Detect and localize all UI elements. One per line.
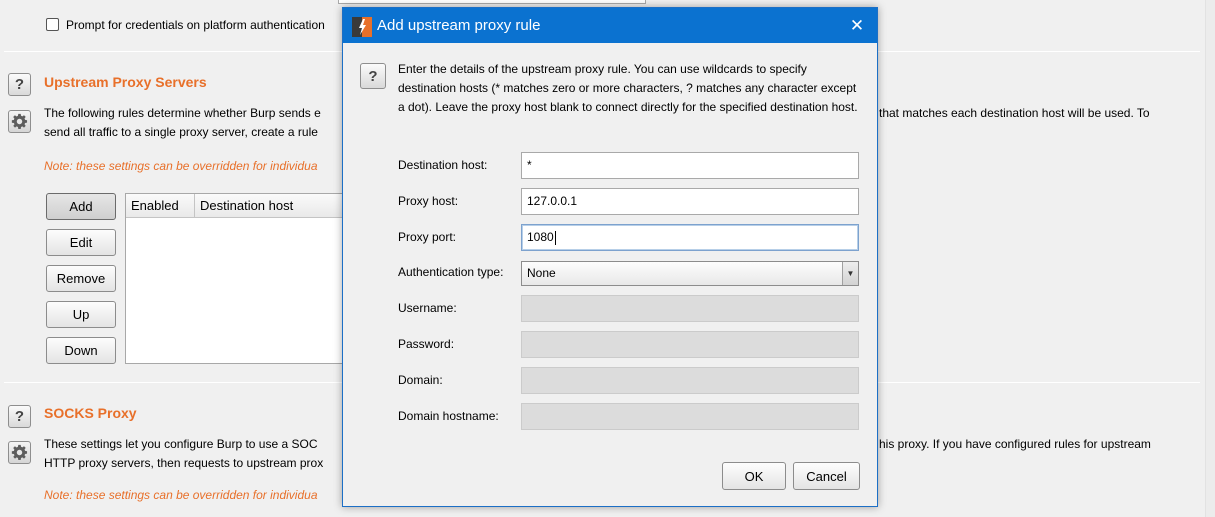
socks-description-right: his proxy. If you have configured rules … (879, 437, 1151, 451)
username-label: Username: (398, 301, 457, 315)
socks-description-line2: HTTP proxy servers, then requests to ups… (44, 456, 324, 470)
socks-description-left: These settings let you configure Burp to… (44, 437, 318, 451)
help-icon[interactable]: ? (8, 405, 31, 428)
ok-button[interactable]: OK (722, 462, 786, 490)
dialog-title: Add upstream proxy rule (377, 17, 541, 34)
upstream-rules-table[interactable]: Enabled Destination host (125, 193, 347, 364)
edit-button[interactable]: Edit (46, 229, 116, 256)
close-icon[interactable]: ✕ (847, 16, 867, 36)
table-header: Enabled Destination host (126, 194, 346, 218)
proxy-port-label: Proxy port: (398, 230, 457, 244)
remove-button[interactable]: Remove (46, 265, 116, 292)
domain-hostname-label: Domain hostname: (398, 409, 499, 423)
up-button[interactable]: Up (46, 301, 116, 328)
username-field[interactable] (521, 295, 859, 322)
upstream-description-line2: send all traffic to a single proxy serve… (44, 125, 318, 139)
gear-icon[interactable] (8, 110, 31, 133)
password-field[interactable] (521, 331, 859, 358)
dialog-intro-text: Enter the details of the upstream proxy … (398, 62, 858, 114)
domain-field[interactable] (521, 367, 859, 394)
upstream-description-left: The following rules determine whether Bu… (44, 106, 321, 120)
cancel-button[interactable]: Cancel (793, 462, 860, 490)
authentication-type-label: Authentication type: (398, 265, 504, 279)
chevron-down-icon[interactable]: ▼ (842, 262, 858, 285)
socks-section-title: SOCKS Proxy (44, 405, 137, 421)
top-text-field[interactable] (338, 0, 646, 4)
gear-icon[interactable] (8, 441, 31, 464)
socks-note: Note: these settings can be overridden f… (44, 488, 318, 502)
burp-logo-icon (352, 17, 372, 37)
domain-label: Domain: (398, 373, 443, 387)
authentication-type-value: None (527, 266, 556, 280)
down-button[interactable]: Down (46, 337, 116, 364)
column-enabled[interactable]: Enabled (126, 194, 195, 218)
help-icon[interactable]: ? (8, 73, 31, 96)
add-button[interactable]: Add (46, 193, 116, 220)
proxy-host-label: Proxy host: (398, 194, 459, 208)
column-destination-host[interactable]: Destination host (195, 194, 348, 218)
proxy-port-value: 1080 (527, 230, 554, 244)
proxy-host-field[interactable]: 127.0.0.1 (521, 188, 859, 215)
text-caret (554, 230, 556, 245)
upstream-note: Note: these settings can be overridden f… (44, 159, 318, 173)
authentication-type-select[interactable]: None ▼ (521, 261, 859, 286)
prompt-credentials-label: Prompt for credentials on platform authe… (66, 18, 325, 32)
prompt-credentials-checkbox[interactable] (46, 18, 59, 31)
dialog-titlebar[interactable]: Add upstream proxy rule ✕ (343, 8, 877, 43)
destination-host-field[interactable]: * (521, 152, 859, 179)
password-label: Password: (398, 337, 455, 351)
destination-host-label: Destination host: (398, 158, 488, 172)
upstream-section-title: Upstream Proxy Servers (44, 74, 207, 90)
help-icon[interactable]: ? (360, 63, 386, 89)
proxy-port-field[interactable]: 1080 (521, 224, 859, 251)
add-upstream-proxy-rule-dialog: Add upstream proxy rule ✕ ? Enter the de… (342, 7, 878, 507)
scrollbar[interactable] (1205, 0, 1215, 517)
domain-hostname-field[interactable] (521, 403, 859, 430)
upstream-description-right: that matches each destination host will … (879, 106, 1150, 120)
